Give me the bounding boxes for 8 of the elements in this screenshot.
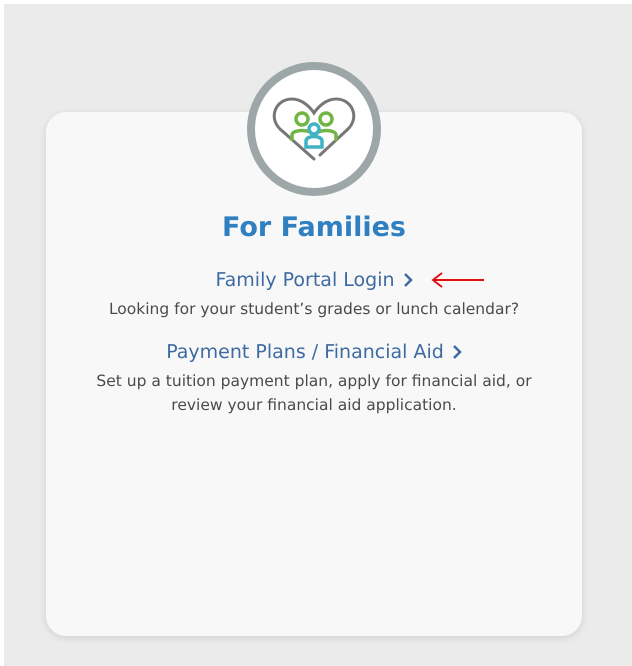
link-description: Looking for your student’s grades or lunch calendar? <box>108 299 520 320</box>
chevron-icon <box>452 344 462 360</box>
portal-link[interactable]: Family Portal Login <box>215 269 413 291</box>
family-heart-icon <box>272 95 356 163</box>
card-title: For Families <box>222 212 406 243</box>
link-description: Set up a tuition payment plan, apply for financial aid, or review your financial aid application. <box>95 371 533 416</box>
portal-link[interactable]: Payment Plans / Financial Aid <box>166 341 462 363</box>
chevron-icon <box>402 272 413 288</box>
